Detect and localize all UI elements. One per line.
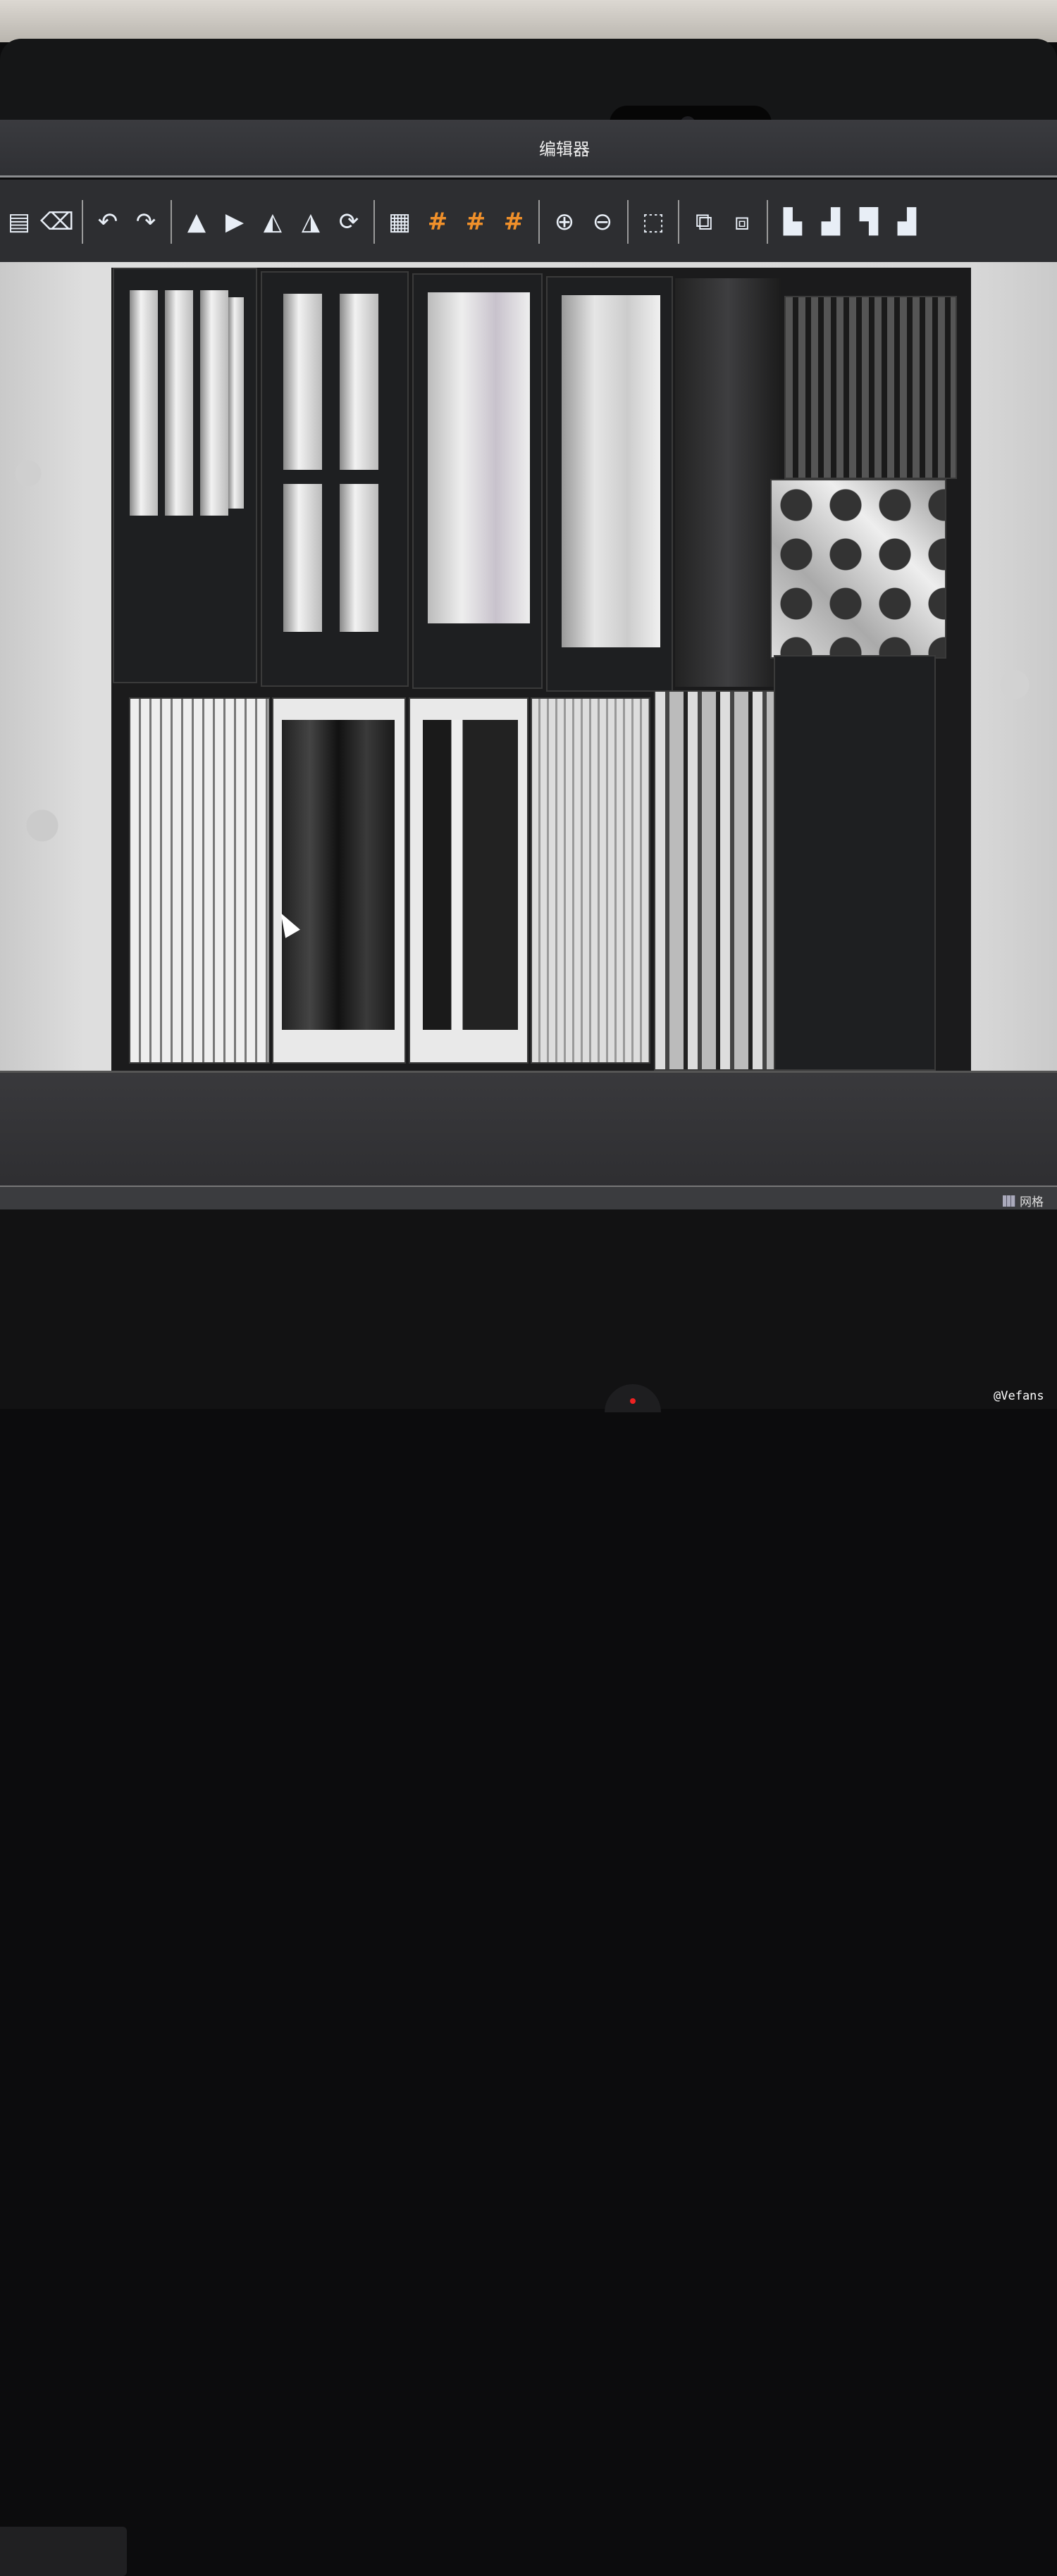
uv-island[interactable] [774,655,936,1071]
flip-left-icon: ◭ [263,208,283,236]
group-button[interactable]: ⧉ [687,205,721,239]
uv-island[interactable] [113,268,257,683]
snap-grid-alt-button[interactable]: # [459,205,493,239]
triangle-right-icon: ▶ [225,208,245,236]
uv-island[interactable] [261,271,409,687]
zoom-out-icon: ⊖ [592,208,613,236]
snap-grid-icon: # [427,208,448,236]
uv-island[interactable] [770,479,946,659]
window-title: 编辑器 [539,139,590,159]
snap-grid-third-button[interactable]: # [497,205,531,239]
toolbar-separator [678,200,679,244]
select-region-button[interactable]: ⬚ [636,205,670,239]
triangle-up-icon: ▲ [187,208,206,236]
toolbar-separator [373,200,375,244]
uv-island[interactable] [129,697,270,1064]
align-bottom-button[interactable]: ▟ [814,205,848,239]
align-right-icon: ▟ [897,208,917,236]
align-left-icon: ▙ [783,208,803,236]
clear-button[interactable]: ⌫ [40,205,74,239]
flip-left-button[interactable]: ◭ [256,205,290,239]
zoom-in-icon: ⊕ [554,208,575,236]
select-region-icon: ⬚ [641,208,665,236]
grid-icon [1003,1195,1015,1207]
align-left-button[interactable]: ▙ [776,205,810,239]
ungroup-button[interactable]: ⧈ [725,205,759,239]
statusbar: 网格 [0,1186,1057,1209]
undo-button[interactable]: ↶ [91,205,125,239]
zoom-out-button[interactable]: ⊖ [586,205,619,239]
redo-icon: ↷ [135,208,156,236]
watermark: @Vefans [994,1389,1044,1403]
window-titlebar: 编辑器 [0,120,1057,178]
uv-island[interactable] [784,296,957,479]
flip-right-button[interactable]: ◮ [294,205,328,239]
toolbar-separator [627,200,629,244]
uv-island[interactable] [546,276,673,692]
rotate-button[interactable]: ⟳ [332,205,366,239]
flip-right-icon: ◮ [301,208,321,236]
align-bottom-icon: ▟ [821,208,841,236]
rotate-icon: ⟳ [338,208,359,236]
laptop-bezel-bottom [0,1209,1057,2576]
snap-grid-button[interactable]: # [421,205,455,239]
toolbar-separator [767,200,768,244]
file-button[interactable]: ▤ [2,205,36,239]
bottom-panel [0,1071,1057,1190]
toolbar-separator [171,200,172,244]
grid-label: 网格 [1020,1195,1044,1209]
align-top-button[interactable]: ▜ [852,205,886,239]
grid-toggle[interactable]: 网格 [1003,1192,1044,1209]
snap-grid-third-icon: # [503,208,524,236]
align-right-button[interactable]: ▟ [890,205,924,239]
laptop-bezel-top [0,39,1057,141]
uv-island[interactable] [531,697,650,1064]
snap-grid-alt-icon: # [465,208,486,236]
uv-shadow-column [675,278,781,687]
triangle-up-button[interactable]: ▲ [180,205,214,239]
triangle-right-button[interactable]: ▶ [218,205,252,239]
uv-island[interactable] [412,273,543,689]
undo-icon: ↶ [97,208,118,236]
file-icon: ▤ [7,208,31,236]
uv-texture-layout[interactable] [111,268,971,1071]
align-top-icon: ▜ [859,208,879,236]
uv-island[interactable] [272,697,406,1064]
grid-button[interactable]: ▦ [383,205,416,239]
toolbar: ▤ ⌫ ↶ ↷ ▲ ▶ ◭ ◮ ⟳ ▦ # # # ⊕ ⊖ ⬚ ⧉ ⧈ ▙ ▟ ▜ ▟ [0,180,1057,264]
grid-icon: ▦ [388,208,412,236]
zoom-in-button[interactable]: ⊕ [548,205,581,239]
group-icon: ⧉ [695,208,713,236]
uv-canvas[interactable] [0,262,1057,1071]
clear-icon: ⌫ [39,208,75,236]
laptop-hinge [0,2527,127,2576]
uv-island[interactable] [409,697,528,1064]
ungroup-icon: ⧈ [734,208,750,236]
toolbar-separator [82,200,83,244]
background-wall [0,0,1057,42]
toolbar-separator [538,200,540,244]
redo-button[interactable]: ↷ [129,205,163,239]
